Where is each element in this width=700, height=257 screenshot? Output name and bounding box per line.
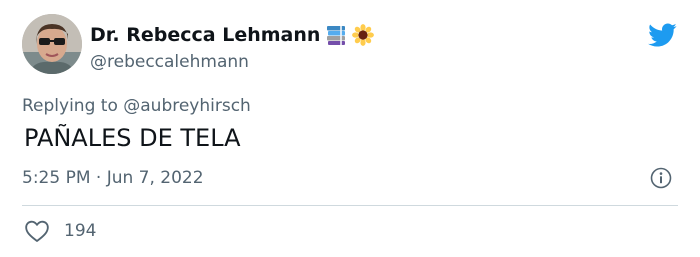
twitter-bird-icon[interactable] (645, 20, 679, 50)
avatar[interactable] (22, 14, 82, 74)
tweet-timestamp[interactable]: 5:25 PM · Jun 7, 2022 (22, 168, 204, 188)
tweet-text: PAÑALES DE TELA (24, 124, 241, 152)
author-handle[interactable]: @rebeccalehmann (90, 52, 249, 72)
like-button[interactable]: 194 (24, 219, 96, 243)
author-name-text: Dr. Rebecca Lehmann (90, 24, 321, 46)
replying-to: Replying to @aubreyhirsch (22, 96, 251, 116)
tweet-embed: Dr. Rebecca Lehmann @rebeccalehmann Repl… (0, 0, 700, 257)
like-count: 194 (64, 221, 97, 241)
author-name[interactable]: Dr. Rebecca Lehmann (90, 24, 375, 46)
info-icon[interactable] (650, 167, 672, 189)
sunflower-emoji (352, 24, 375, 46)
reply-mention-link[interactable]: @aubreyhirsch (123, 96, 251, 116)
avatar-photo (22, 14, 82, 74)
replying-to-prefix: Replying to (22, 96, 124, 116)
divider (22, 205, 678, 206)
heart-icon (25, 220, 49, 242)
books-emoji (325, 24, 347, 46)
